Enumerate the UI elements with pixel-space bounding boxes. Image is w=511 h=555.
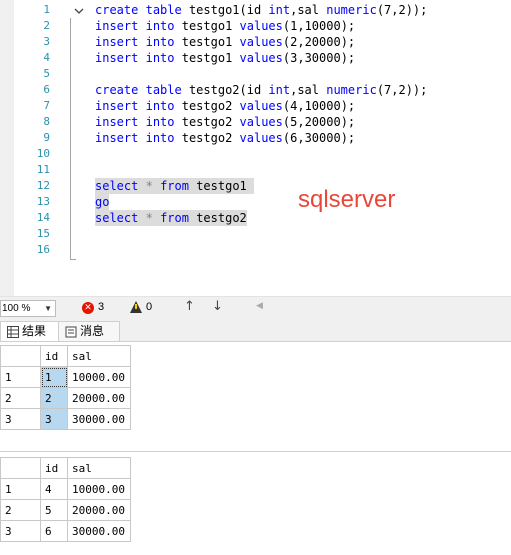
- line-numbers: 1 2 3 4 5 6 7 8 9 10 11 12 13 14 15 16: [14, 2, 50, 258]
- line-number: 4: [43, 51, 50, 64]
- row-number-header[interactable]: [0, 345, 41, 367]
- line-number: 10: [36, 147, 50, 160]
- table-row: 3 6 30000.00: [0, 520, 131, 542]
- header-row: id sal: [0, 457, 131, 479]
- table-row: 2 2 20000.00: [0, 387, 131, 409]
- cell-id[interactable]: 3: [40, 408, 68, 430]
- chevron-down-icon: ▼: [44, 304, 52, 313]
- scroll-left-icon[interactable]: ◀: [256, 301, 263, 311]
- row-number[interactable]: 1: [0, 366, 41, 388]
- code-line: insert into testgo2 values(5,20000);: [95, 115, 356, 129]
- line-number: 5: [43, 67, 50, 80]
- line-number: 16: [36, 243, 50, 256]
- line-number: 7: [43, 99, 50, 112]
- tab-messages[interactable]: 消息: [58, 321, 120, 341]
- next-issue-arrow-icon[interactable]: ↓: [212, 299, 223, 314]
- result-grid-1[interactable]: id sal 1 1 10000.00 2 2 20000.00 3 3 300…: [0, 345, 131, 430]
- zoom-dropdown[interactable]: 100 % ▼: [0, 300, 56, 317]
- line-number: 11: [36, 163, 50, 176]
- cell-id[interactable]: 6: [40, 520, 68, 542]
- line-number: 2: [43, 19, 50, 32]
- error-count: 3: [98, 301, 105, 313]
- cell-sal[interactable]: 20000.00: [67, 387, 131, 409]
- table-row: 1 4 10000.00: [0, 478, 131, 500]
- previous-issue-arrow-icon[interactable]: ↑: [184, 299, 195, 314]
- warning-icon[interactable]: [130, 301, 142, 313]
- cell-id[interactable]: 2: [40, 387, 68, 409]
- code-line: create table testgo2(id int,sal numeric(…: [95, 83, 428, 97]
- fold-margin: [68, 2, 84, 262]
- results-pane: id sal 1 1 10000.00 2 2 20000.00 3 3 300…: [0, 342, 511, 555]
- zoom-value: 100 %: [2, 303, 31, 314]
- error-icon[interactable]: ✕: [82, 302, 94, 314]
- cell-sal[interactable]: 30000.00: [67, 408, 131, 430]
- code-line: insert into testgo1 values(3,30000);: [95, 51, 356, 65]
- line-number: 3: [43, 35, 50, 48]
- warning-count: 0: [146, 301, 153, 313]
- cell-id[interactable]: 1: [40, 366, 68, 388]
- grid-icon: [7, 325, 19, 338]
- tab-results[interactable]: 结果: [0, 321, 64, 341]
- row-number-header[interactable]: [0, 457, 41, 479]
- code-line: insert into testgo2 values(4,10000);: [95, 99, 356, 113]
- sqlserver-annotation: sqlserver: [298, 186, 396, 213]
- message-icon: [65, 326, 77, 337]
- sql-editor[interactable]: 1 2 3 4 5 6 7 8 9 10 11 12 13 14 15 16 c…: [0, 0, 511, 296]
- collapse-chevron-icon[interactable]: [74, 6, 84, 16]
- editor-margin: [0, 0, 14, 296]
- line-number: 13: [36, 195, 50, 208]
- column-header-sal[interactable]: sal: [67, 345, 131, 367]
- cell-id[interactable]: 4: [40, 478, 68, 500]
- line-number: 12: [36, 179, 50, 192]
- result-grid-2[interactable]: id sal 1 4 10000.00 2 5 20000.00 3 6 300…: [0, 457, 131, 542]
- code-line: insert into testgo1 values(1,10000);: [95, 19, 356, 33]
- row-number[interactable]: 2: [0, 387, 41, 409]
- editor-status-bar: 100 % ▼ ✕ 3 0 ↑ ↓ ◀: [0, 296, 511, 319]
- code-line: insert into testgo2 values(6,30000);: [95, 131, 356, 145]
- results-tabs: 结果 消息: [0, 319, 511, 342]
- row-number[interactable]: 1: [0, 478, 41, 500]
- tab-messages-label: 消息: [80, 324, 105, 338]
- line-number: 14: [36, 211, 50, 224]
- column-header-sal[interactable]: sal: [67, 457, 131, 479]
- row-number[interactable]: 3: [0, 520, 41, 542]
- cell-sal[interactable]: 10000.00: [67, 478, 131, 500]
- table-row: 3 3 30000.00: [0, 408, 131, 430]
- code-line: create table testgo1(id int,sal numeric(…: [95, 3, 428, 17]
- header-row: id sal: [0, 345, 131, 367]
- code-area[interactable]: create table testgo1(id int,sal numeric(…: [95, 2, 427, 258]
- cell-sal[interactable]: 30000.00: [67, 520, 131, 542]
- cell-id[interactable]: 5: [40, 499, 68, 521]
- cell-sal[interactable]: 10000.00: [67, 366, 131, 388]
- grid-splitter[interactable]: [0, 451, 511, 452]
- line-number: 1: [43, 3, 50, 16]
- line-number: 9: [43, 131, 50, 144]
- line-number: 15: [36, 227, 50, 240]
- code-line: insert into testgo1 values(2,20000);: [95, 35, 356, 49]
- table-row: 2 5 20000.00: [0, 499, 131, 521]
- line-number: 6: [43, 83, 50, 96]
- tab-results-label: 结果: [22, 324, 47, 338]
- row-number[interactable]: 2: [0, 499, 41, 521]
- row-number[interactable]: 3: [0, 408, 41, 430]
- column-header-id[interactable]: id: [40, 345, 68, 367]
- cell-sal[interactable]: 20000.00: [67, 499, 131, 521]
- table-row: 1 1 10000.00: [0, 366, 131, 388]
- line-number: 8: [43, 115, 50, 128]
- column-header-id[interactable]: id: [40, 457, 68, 479]
